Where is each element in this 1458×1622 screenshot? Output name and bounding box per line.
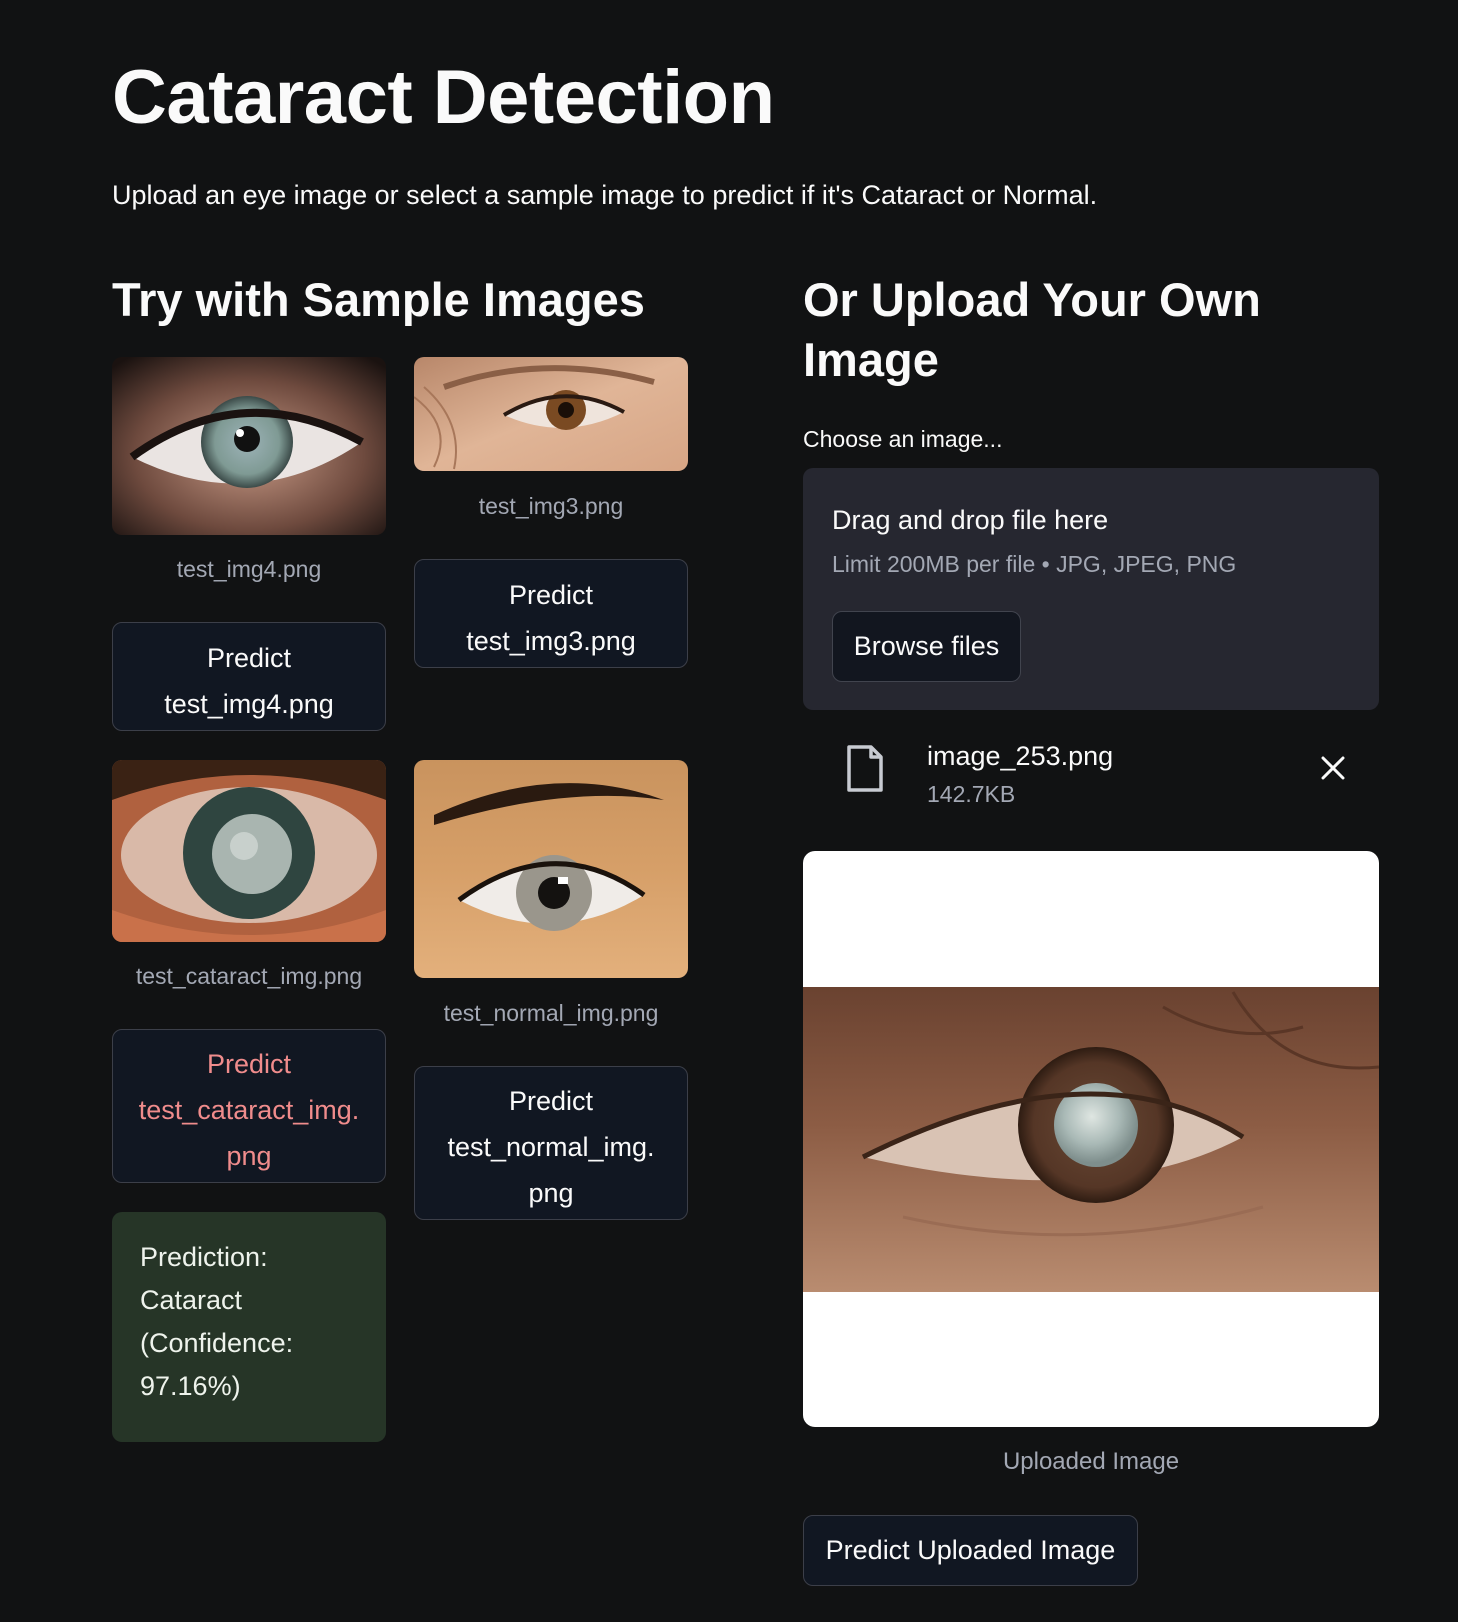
result-line: 97.16%) xyxy=(140,1371,241,1401)
result-line: (Confidence: xyxy=(140,1328,294,1358)
uploaded-image-preview xyxy=(803,851,1379,1427)
close-icon[interactable] xyxy=(1313,748,1353,788)
predict-test-cataract-button[interactable]: Predict test_cataract_img. png xyxy=(112,1029,386,1183)
predict-test-img4-button[interactable]: Predict test_img4.png xyxy=(112,622,386,731)
button-label-line: png xyxy=(528,1178,574,1208)
dropzone-limit: Limit 200MB per file • JPG, JPEG, PNG xyxy=(832,551,1237,577)
button-label-line: Predict xyxy=(508,579,594,610)
button-label-line: Predict xyxy=(508,1086,594,1116)
file-dropzone[interactable]: Drag and drop file here Limit 200MB per … xyxy=(803,468,1379,710)
sample-image-test-normal xyxy=(414,760,688,978)
sample-caption: test_normal_img.png xyxy=(443,1000,659,1026)
sample-image-test-cataract xyxy=(112,760,386,942)
file-name: image_253.png xyxy=(927,741,1114,771)
app-page: Cataract Detection Upload an eye image o… xyxy=(0,0,1458,1622)
upload-label: Choose an image... xyxy=(803,426,1003,452)
predict-test-img3-button[interactable]: Predict test_img3.png xyxy=(414,559,688,668)
button-label-line: Predict xyxy=(206,1049,292,1079)
sample-image-test-img4 xyxy=(112,357,386,535)
page-title: Cataract Detection xyxy=(112,55,775,140)
button-label-line: test_normal_img. xyxy=(447,1132,655,1162)
preview-caption: Uploaded Image xyxy=(1002,1448,1180,1475)
button-label-line: test_img4.png xyxy=(164,688,334,719)
upload-heading: Or Upload Your Own Image xyxy=(803,273,1261,386)
predict-uploaded-button[interactable]: Predict Uploaded Image xyxy=(803,1515,1138,1586)
sample-caption: test_cataract_img.png xyxy=(135,963,363,989)
uploaded-file-row: image_253.png 142.7KB xyxy=(803,728,1379,818)
file-icon xyxy=(847,745,883,792)
button-label-line: test_cataract_img. xyxy=(138,1095,360,1125)
sample-caption: test_img3.png xyxy=(478,493,624,519)
sample-caption: test_img4.png xyxy=(176,556,322,582)
result-line: Prediction: xyxy=(140,1242,268,1272)
predict-test-normal-button[interactable]: Predict test_normal_img. png xyxy=(414,1066,688,1220)
browse-files-button[interactable]: Browse files xyxy=(832,611,1021,682)
file-size: 142.7KB xyxy=(927,781,1016,807)
page-subtitle: Upload an eye image or select a sample i… xyxy=(112,180,1098,210)
result-line: Cataract xyxy=(140,1285,243,1315)
button-label-line: Predict xyxy=(206,642,292,673)
dropzone-title: Drag and drop file here xyxy=(832,505,1109,535)
button-label-line: png xyxy=(226,1141,272,1171)
uploaded-eye-image xyxy=(803,987,1379,1292)
prediction-result: Prediction: Cataract (Confidence: 97.16%… xyxy=(112,1212,386,1442)
button-label-line: test_img3.png xyxy=(466,625,636,656)
samples-heading: Try with Sample Images xyxy=(112,273,645,326)
sample-image-test-img3 xyxy=(414,357,688,471)
